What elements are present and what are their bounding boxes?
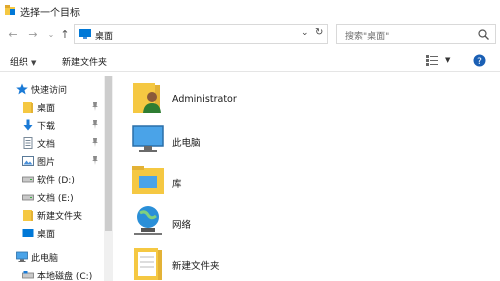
sidebar-item-label: 下载 [37, 122, 56, 132]
content-pane: Administrator 此电脑 库 网络 新建文件夹 [118, 76, 500, 281]
sidebar-item-label: 本地磁盘 (C:) [37, 272, 93, 281]
content-item-administrator[interactable]: Administrator [130, 80, 350, 120]
content-item-network[interactable]: 网络 [130, 203, 350, 243]
content-item-label: Administrator [172, 94, 237, 105]
folder-app-icon [5, 5, 15, 15]
drive-icon [22, 194, 34, 201]
sidebar-item-pictures[interactable]: 图片 [0, 152, 104, 170]
pin-icon[interactable] [91, 138, 99, 147]
view-dropdown-icon[interactable]: ▼ [445, 56, 450, 64]
scrollbar-thumb[interactable] [105, 76, 112, 231]
star-icon [16, 83, 28, 95]
chevron-down-icon[interactable]: ⌄ [301, 28, 309, 38]
computer-icon [16, 251, 28, 262]
recent-dropdown-icon[interactable]: ⌄ [44, 27, 58, 41]
content-item-libraries[interactable]: 库 [130, 162, 350, 202]
sidebar-item-label: 文档 [37, 140, 56, 150]
computer-icon [132, 125, 164, 152]
view-options-icon[interactable] [426, 55, 438, 66]
sidebar-item-label: 快速访问 [31, 86, 68, 96]
library-icon [132, 166, 164, 194]
address-row: ← → ⌄ ↑ 桌面 ⌄ ↻ 搜索"桌面" [0, 22, 500, 46]
content-item-label: 网络 [172, 220, 192, 231]
command-toolbar: 组织 ▼ 新建文件夹 ▼ ? [0, 50, 500, 72]
sidebar-item-drive-d[interactable]: 软件 (D:) [0, 170, 104, 188]
sidebar-item-desktop[interactable]: 桌面 [0, 98, 104, 116]
sidebar-item-label: 软件 (D:) [37, 176, 75, 186]
pin-icon[interactable] [91, 120, 99, 129]
svg-text:?: ? [477, 57, 482, 67]
title-bar: 选择一个目标 [0, 0, 500, 21]
up-arrow-icon[interactable]: ↑ [58, 27, 72, 41]
sidebar-item-documents[interactable]: 文档 [0, 134, 104, 152]
search-placeholder: 搜索"桌面" [345, 32, 390, 42]
user-folder-icon [133, 83, 161, 113]
network-icon [134, 206, 162, 235]
drive-icon [22, 176, 34, 183]
content-item-this-pc[interactable]: 此电脑 [130, 121, 350, 161]
sidebar-item-downloads[interactable]: 下载 [0, 116, 104, 134]
sidebar-item-quick-access[interactable]: 快速访问 [0, 80, 104, 98]
pin-icon[interactable] [91, 102, 99, 111]
address-path: 桌面 [95, 32, 114, 42]
window-title: 选择一个目标 [20, 8, 80, 19]
pin-icon[interactable] [91, 156, 99, 165]
desktop-icon [79, 29, 91, 39]
content-item-label: 库 [172, 179, 182, 190]
forward-arrow-icon[interactable]: → [26, 27, 40, 41]
sidebar-item-new-folder[interactable]: 新建文件夹 [0, 206, 104, 224]
sidebar-item-this-pc[interactable]: 此电脑 [0, 248, 104, 266]
search-input[interactable]: 搜索"桌面" [336, 24, 496, 44]
address-bar[interactable]: 桌面 ⌄ ↻ [74, 24, 328, 44]
content-item-label: 此电脑 [172, 138, 201, 149]
organize-button[interactable]: 组织 ▼ [10, 55, 36, 68]
download-icon [23, 119, 33, 131]
desktop-icon [22, 229, 34, 237]
sidebar-item-drive-c[interactable]: 本地磁盘 (C:) [0, 266, 104, 281]
content-item-label: 新建文件夹 [172, 261, 220, 272]
navigation-pane: 快速访问 桌面 下载 文档 图片 软件 (D:) 文档 (E:) 新建文件夹 桌… [0, 76, 104, 281]
sidebar-item-desktop-2[interactable]: 桌面 [0, 224, 104, 242]
refresh-icon[interactable]: ↻ [315, 27, 323, 38]
help-icon[interactable]: ? [473, 54, 486, 67]
picture-icon [22, 156, 34, 166]
new-folder-button[interactable]: 新建文件夹 [62, 55, 107, 68]
sidebar-item-label: 图片 [37, 158, 56, 168]
back-arrow-icon[interactable]: ← [6, 27, 20, 41]
folder-icon [134, 248, 162, 280]
drive-icon [22, 271, 34, 279]
sidebar-item-label: 此电脑 [31, 254, 59, 264]
sidebar-item-label: 桌面 [37, 230, 56, 240]
folder-icon [23, 210, 33, 221]
caret-down-icon: ▼ [31, 59, 37, 67]
search-icon[interactable] [478, 29, 489, 40]
folder-icon [23, 102, 33, 113]
sidebar-item-drive-e[interactable]: 文档 (E:) [0, 188, 104, 206]
organize-label: 组织 [10, 58, 29, 68]
content-item-new-folder[interactable]: 新建文件夹 [130, 244, 350, 281]
sidebar-scrollbar[interactable] [104, 76, 113, 281]
document-icon [23, 137, 33, 149]
sidebar-item-label: 桌面 [37, 104, 56, 114]
sidebar-item-label: 新建文件夹 [37, 212, 83, 222]
sidebar-item-label: 文档 (E:) [37, 194, 74, 204]
